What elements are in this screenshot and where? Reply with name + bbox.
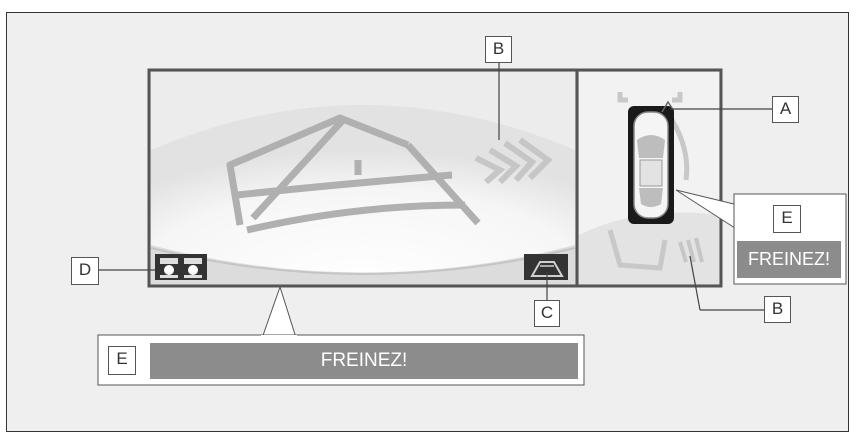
vehicle-icon — [628, 100, 674, 224]
warning-text-side: FREINEZ! — [747, 249, 830, 269]
label-b-top: B — [485, 36, 512, 63]
sonar-switch-icon — [155, 254, 207, 280]
label-c: C — [534, 300, 560, 327]
rear-camera-view — [150, 72, 576, 284]
camera-switch-icon — [524, 254, 568, 280]
label-d: D — [71, 257, 99, 285]
label-a: A — [772, 96, 799, 123]
label-b-bottom: B — [764, 296, 791, 323]
label-e-large: E — [108, 346, 136, 375]
label-e-small: E — [773, 205, 801, 233]
warning-text-bottom: FREINEZ! — [320, 350, 408, 371]
